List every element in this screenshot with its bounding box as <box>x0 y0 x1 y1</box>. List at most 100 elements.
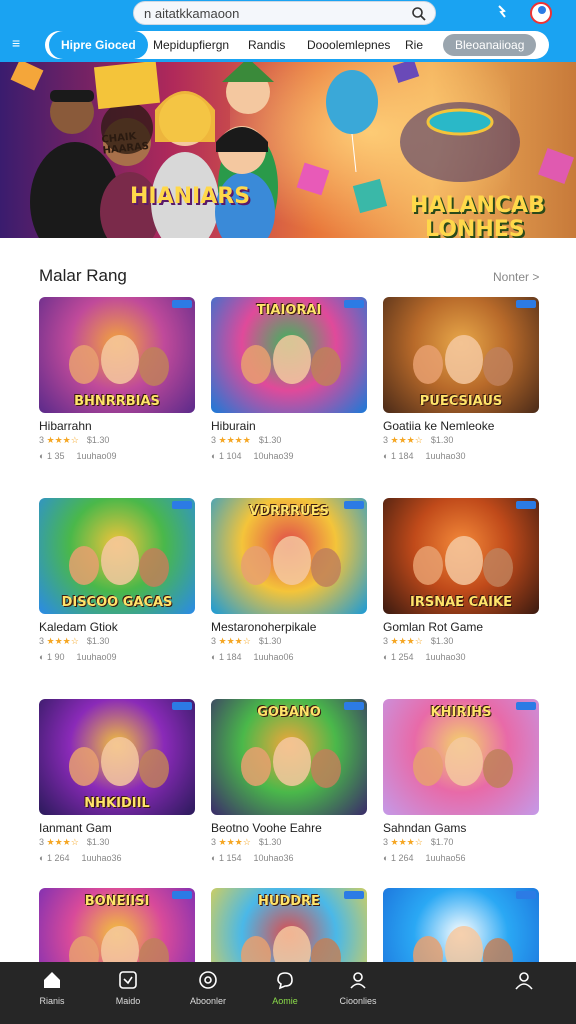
new-badge <box>172 300 192 308</box>
character-figure <box>483 347 513 386</box>
game-name[interactable]: Gomlan Rot Game <box>383 620 483 634</box>
nav-item-chat[interactable]: Aomie <box>255 970 315 1006</box>
hero-banner[interactable]: HIANIARS CHAIK HAARAS HALANCAB LONHES <box>0 62 576 238</box>
game-name[interactable]: Kaledam Gtiok <box>39 620 118 634</box>
character-figure <box>101 335 139 385</box>
rating-row: 3 ★★★☆ $1.30 <box>39 636 109 647</box>
tab-downloads[interactable]: Dooolemlepnes <box>307 31 390 59</box>
game-thumbnail[interactable]: GOBANO <box>211 699 367 815</box>
character-figure <box>69 345 99 384</box>
star-rating: ★★★☆ <box>390 435 423 445</box>
rating-row: 3 ★★★☆ $1.30 <box>383 435 453 446</box>
search-icon[interactable] <box>411 6 427 22</box>
play-count: 1 154 <box>218 853 242 863</box>
thumbnail-title: BHNRRBIAS <box>74 394 160 409</box>
rating-row: 3 ★★★★ $1.30 <box>211 435 281 446</box>
game-thumbnail[interactable]: NHKIDIIL <box>39 699 195 815</box>
nav-item-controller[interactable]: Aboonler <box>178 970 238 1006</box>
tab-featured[interactable]: Hipre Gioced <box>49 31 148 59</box>
character-figure <box>413 345 443 384</box>
nav-label: Maido <box>115 996 141 1006</box>
game-thumbnail[interactable]: KHIRIHS <box>383 699 539 815</box>
character-figure <box>413 546 443 585</box>
price: $1.30 <box>430 636 454 646</box>
rating-row: 3 ★★★☆ $1.30 <box>39 435 109 446</box>
new-badge <box>516 891 536 899</box>
players-icon: ◐ <box>39 853 47 863</box>
thumbnail-title: TIAIORAI <box>256 303 322 318</box>
thumbnail-title: IRSNAE CAIKE <box>410 595 512 610</box>
game-name[interactable]: Ianmant Gam <box>39 821 112 835</box>
thumbnail-title: DISCOO GACAS <box>61 595 173 610</box>
star-rating: ★★★☆ <box>46 636 79 646</box>
thumbnail-title: NHKIDIIL <box>84 796 150 811</box>
nav-item-people[interactable]: Cioonlies <box>328 970 388 1006</box>
stats-row: ◐ 1 35 1uuhao09 <box>39 451 117 461</box>
menu-icon[interactable]: ≡ <box>12 36 26 50</box>
bottom-nav: Rianis Maido Aboonler Aomie Cioonlies <box>0 962 576 1024</box>
character-figure <box>241 747 271 786</box>
game-name[interactable]: Goatiia ke Nemleoke <box>383 419 494 433</box>
tab-random[interactable]: Randis <box>248 31 285 59</box>
avatar[interactable] <box>530 2 552 24</box>
download-count: 1uuhao30 <box>425 451 466 461</box>
players-icon: ◐ <box>39 652 47 662</box>
tab-more[interactable]: Rie <box>405 31 423 59</box>
thumbnail-title: GOBANO <box>257 705 321 720</box>
price: $1.70 <box>430 837 454 847</box>
search-input[interactable]: n aitatkkamaoon <box>144 6 239 21</box>
players-icon: ◐ <box>211 853 219 863</box>
nav-item-profile[interactable] <box>494 970 554 996</box>
play-count: 1 264 <box>390 853 414 863</box>
players-icon: ◐ <box>383 652 391 662</box>
play-count: 1 35 <box>46 451 65 461</box>
game-name[interactable]: Sahndan Gams <box>383 821 466 835</box>
banner-left-title: HIANIARS <box>130 184 251 209</box>
game-name[interactable]: Mestaronoherpikale <box>211 620 316 634</box>
rating-row: 3 ★★★☆ $1.30 <box>383 636 453 647</box>
play-count: 1 254 <box>390 652 414 662</box>
character-figure <box>273 335 311 385</box>
game-thumbnail[interactable]: IRSNAE CAIKE <box>383 498 539 614</box>
game-name[interactable]: Hibarrahn <box>39 419 92 433</box>
character-figure <box>241 345 271 384</box>
cta-button[interactable]: Bleoanaiioag <box>443 34 537 56</box>
gamepad-icon <box>119 971 137 989</box>
search-bar[interactable]: n aitatkkamaoon <box>133 1 436 25</box>
game-name[interactable]: Beotno Voohe Eahre <box>211 821 322 835</box>
stats-row: ◐ 1 90 1uuhao09 <box>39 652 117 662</box>
download-count: 10uhao36 <box>253 853 294 863</box>
nav-item-home[interactable]: Rianis <box>22 970 82 1006</box>
notification-icon[interactable] <box>492 3 512 23</box>
download-count: 1uuhao06 <box>253 652 294 662</box>
tab-categories[interactable]: Mepidupfiergn <box>153 31 229 59</box>
game-thumbnail[interactable]: DISCOO GACAS <box>39 498 195 614</box>
players-icon: ◐ <box>211 652 219 662</box>
thumbnail-title: BONEIISI <box>84 894 150 909</box>
character-figure <box>139 749 169 788</box>
character-figure <box>311 749 341 788</box>
download-count: 10uhao39 <box>253 451 294 461</box>
game-thumbnail[interactable]: BHNRRBIAS <box>39 297 195 413</box>
rating-value: 3 <box>211 435 217 445</box>
star-rating: ★★★☆ <box>218 837 251 847</box>
character-figure <box>445 737 483 787</box>
category-nav: Hipre Gioced Mepidupfiergn Randis Dooole… <box>45 31 549 59</box>
nav-item-games[interactable]: Maido <box>98 970 158 1006</box>
play-count: 1 90 <box>46 652 65 662</box>
rating-value: 3 <box>383 636 389 646</box>
game-thumbnail[interactable]: PUECSIAUS <box>383 297 539 413</box>
game-name[interactable]: Hiburain <box>211 419 256 433</box>
rating-row: 3 ★★★☆ $1.30 <box>211 636 281 647</box>
more-link[interactable]: Nonter > <box>493 270 539 284</box>
rating-value: 3 <box>383 837 389 847</box>
character-figure <box>101 536 139 586</box>
play-count: 1 184 <box>218 652 242 662</box>
rating-value: 3 <box>39 435 45 445</box>
character-figure <box>273 737 311 787</box>
game-thumbnail[interactable]: VDRRRUES <box>211 498 367 614</box>
rating-row: 3 ★★★☆ $1.30 <box>39 837 109 848</box>
star-rating: ★★★☆ <box>46 837 79 847</box>
game-thumbnail[interactable]: TIAIORAI <box>211 297 367 413</box>
star-rating: ★★★☆ <box>390 636 423 646</box>
